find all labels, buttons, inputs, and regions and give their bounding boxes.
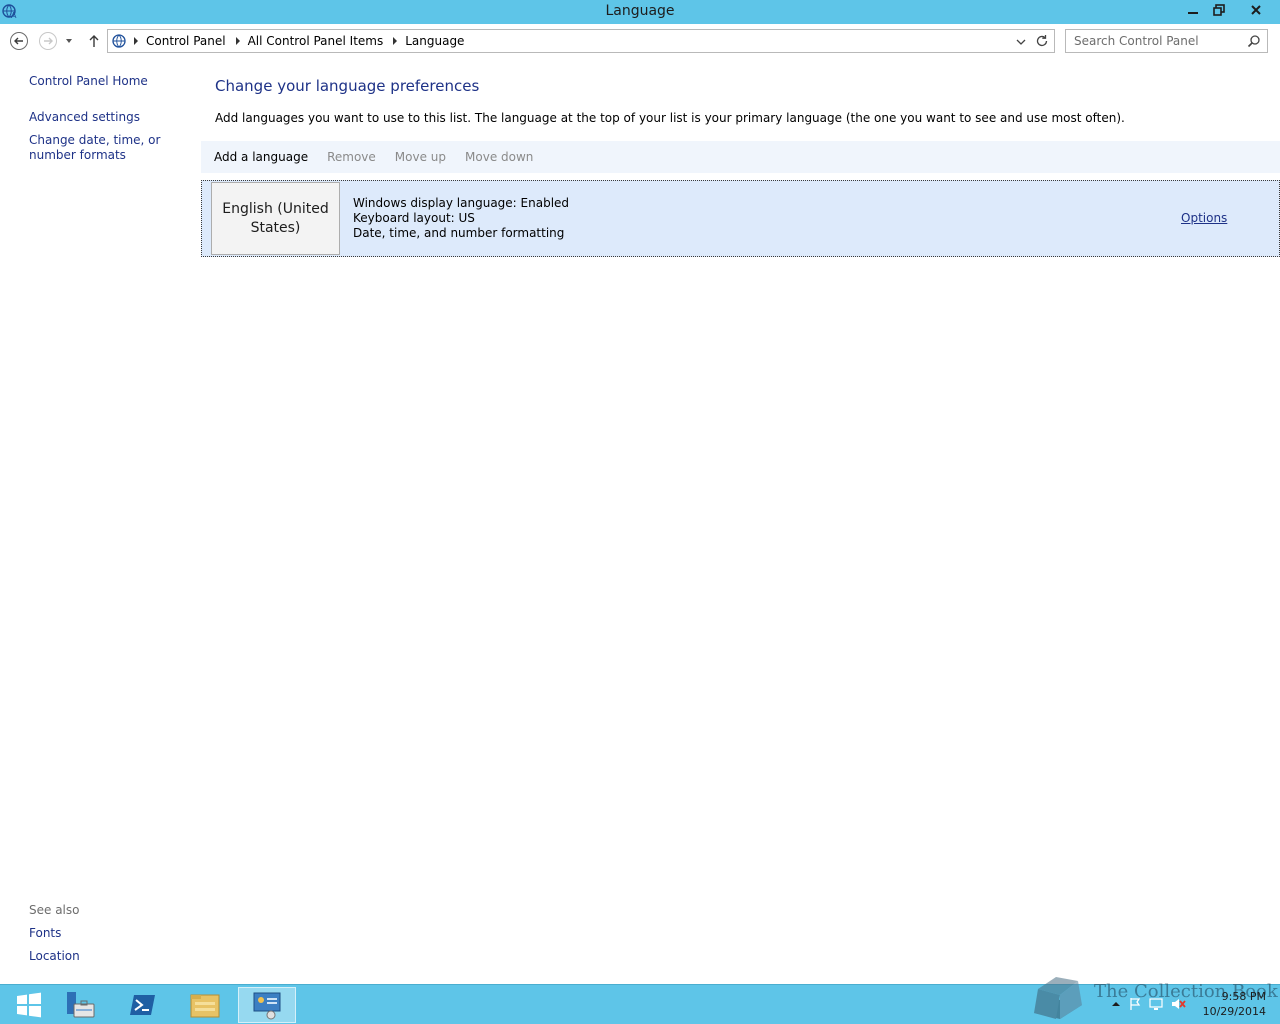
clock[interactable]: 9:58 PM 10/29/2014 <box>1203 989 1266 1019</box>
forward-arrow-icon <box>39 32 57 50</box>
breadcrumb-control-panel[interactable]: Control Panel <box>146 34 226 48</box>
formatting-status: Date, time, and number formatting <box>353 226 565 240</box>
network-button[interactable] <box>1148 997 1164 1014</box>
up-arrow-icon <box>89 35 99 47</box>
file-explorer-taskbar-button[interactable] <box>176 987 234 1023</box>
flag-icon <box>1130 998 1141 1010</box>
restore-button[interactable] <box>1206 0 1232 20</box>
back-button[interactable] <box>9 31 29 51</box>
network-icon <box>1149 998 1163 1010</box>
volume-button[interactable] <box>1170 997 1186 1014</box>
move-up-button[interactable]: Move up <box>395 150 446 164</box>
navigation-bar: Control Panel All Control Panel Items La… <box>0 28 1280 54</box>
control-panel-icon <box>111 33 129 49</box>
folder-icon <box>190 994 220 1018</box>
page-description: Add languages you want to use to this li… <box>215 111 1125 125</box>
restore-icon <box>1213 4 1225 16</box>
minimize-button[interactable] <box>1180 0 1206 20</box>
control-panel-icon <box>253 992 281 1020</box>
action-center-button[interactable] <box>1128 997 1142 1014</box>
up-button[interactable] <box>84 31 104 51</box>
forward-button[interactable] <box>38 31 58 51</box>
chevron-down-icon <box>66 39 72 43</box>
keyboard-layout-status: Keyboard layout: US <box>353 211 475 225</box>
powershell-taskbar-button[interactable] <box>114 987 172 1023</box>
search-input[interactable] <box>1074 33 1244 49</box>
language-details: Windows display language: Enabled Keyboa… <box>353 196 569 241</box>
clock-time: 9:58 PM <box>1221 990 1266 1003</box>
fonts-link[interactable]: Fonts <box>29 926 61 941</box>
breadcrumb: Control Panel All Control Panel Items La… <box>134 34 464 48</box>
breadcrumb-all-items[interactable]: All Control Panel Items <box>248 34 384 48</box>
server-manager-icon <box>67 992 95 1018</box>
taskbar: The Collection Book 9:58 PM 10/29/2014 <box>0 977 1280 1024</box>
chevron-down-icon <box>1016 39 1026 45</box>
add-language-button[interactable]: Add a language <box>214 150 308 164</box>
control-panel-home-link[interactable]: Control Panel Home <box>29 74 148 89</box>
language-list-item[interactable]: English (United States) Windows display … <box>201 180 1280 257</box>
change-date-formats-link[interactable]: Change date, time, or number formats <box>29 133 197 163</box>
search-box[interactable] <box>1065 29 1268 53</box>
breadcrumb-separator[interactable] <box>134 37 138 45</box>
minimize-icon <box>1188 12 1198 14</box>
breadcrumb-separator[interactable] <box>393 37 398 45</box>
address-bar[interactable]: Control Panel All Control Panel Items La… <box>107 29 1055 53</box>
display-language-status: Windows display language: Enabled <box>353 196 570 210</box>
location-link[interactable]: Location <box>29 949 80 964</box>
clock-date: 10/29/2014 <box>1202 1005 1266 1018</box>
show-hidden-icons-button[interactable] <box>1110 997 1122 1014</box>
close-icon <box>1251 5 1261 15</box>
chevron-up-icon <box>1112 1002 1120 1006</box>
book-logo-icon <box>1034 977 1082 1019</box>
window-title: Language <box>605 3 675 19</box>
close-button[interactable] <box>1232 0 1280 20</box>
address-dropdown-button[interactable] <box>1014 35 1028 49</box>
see-also-heading: See also <box>29 903 80 917</box>
back-arrow-icon <box>10 32 28 50</box>
language-name-tile[interactable]: English (United States) <box>211 182 340 255</box>
move-down-button[interactable]: Move down <box>465 150 533 164</box>
refresh-icon <box>1036 35 1048 47</box>
advanced-settings-link[interactable]: Advanced settings <box>29 110 140 125</box>
recent-locations-button[interactable] <box>62 31 76 51</box>
breadcrumb-language[interactable]: Language <box>405 34 464 48</box>
windows-logo-icon <box>17 992 41 1018</box>
language-toolbar: Add a language Remove Move up Move down <box>201 141 1280 173</box>
remove-button[interactable]: Remove <box>327 150 376 164</box>
search-icon[interactable] <box>1247 34 1261 48</box>
server-manager-taskbar-button[interactable] <box>52 987 110 1023</box>
language-name: English (United States) <box>222 200 329 236</box>
language-options-link[interactable]: Options <box>1181 211 1227 225</box>
title-bar: A Language <box>0 0 1280 24</box>
speaker-muted-icon <box>1172 999 1186 1009</box>
control-panel-taskbar-button[interactable] <box>238 987 296 1023</box>
page-title: Change your language preferences <box>215 77 480 95</box>
refresh-button[interactable] <box>1035 34 1049 48</box>
start-button[interactable] <box>0 987 58 1023</box>
powershell-icon <box>130 995 155 1015</box>
breadcrumb-separator[interactable] <box>235 37 240 45</box>
